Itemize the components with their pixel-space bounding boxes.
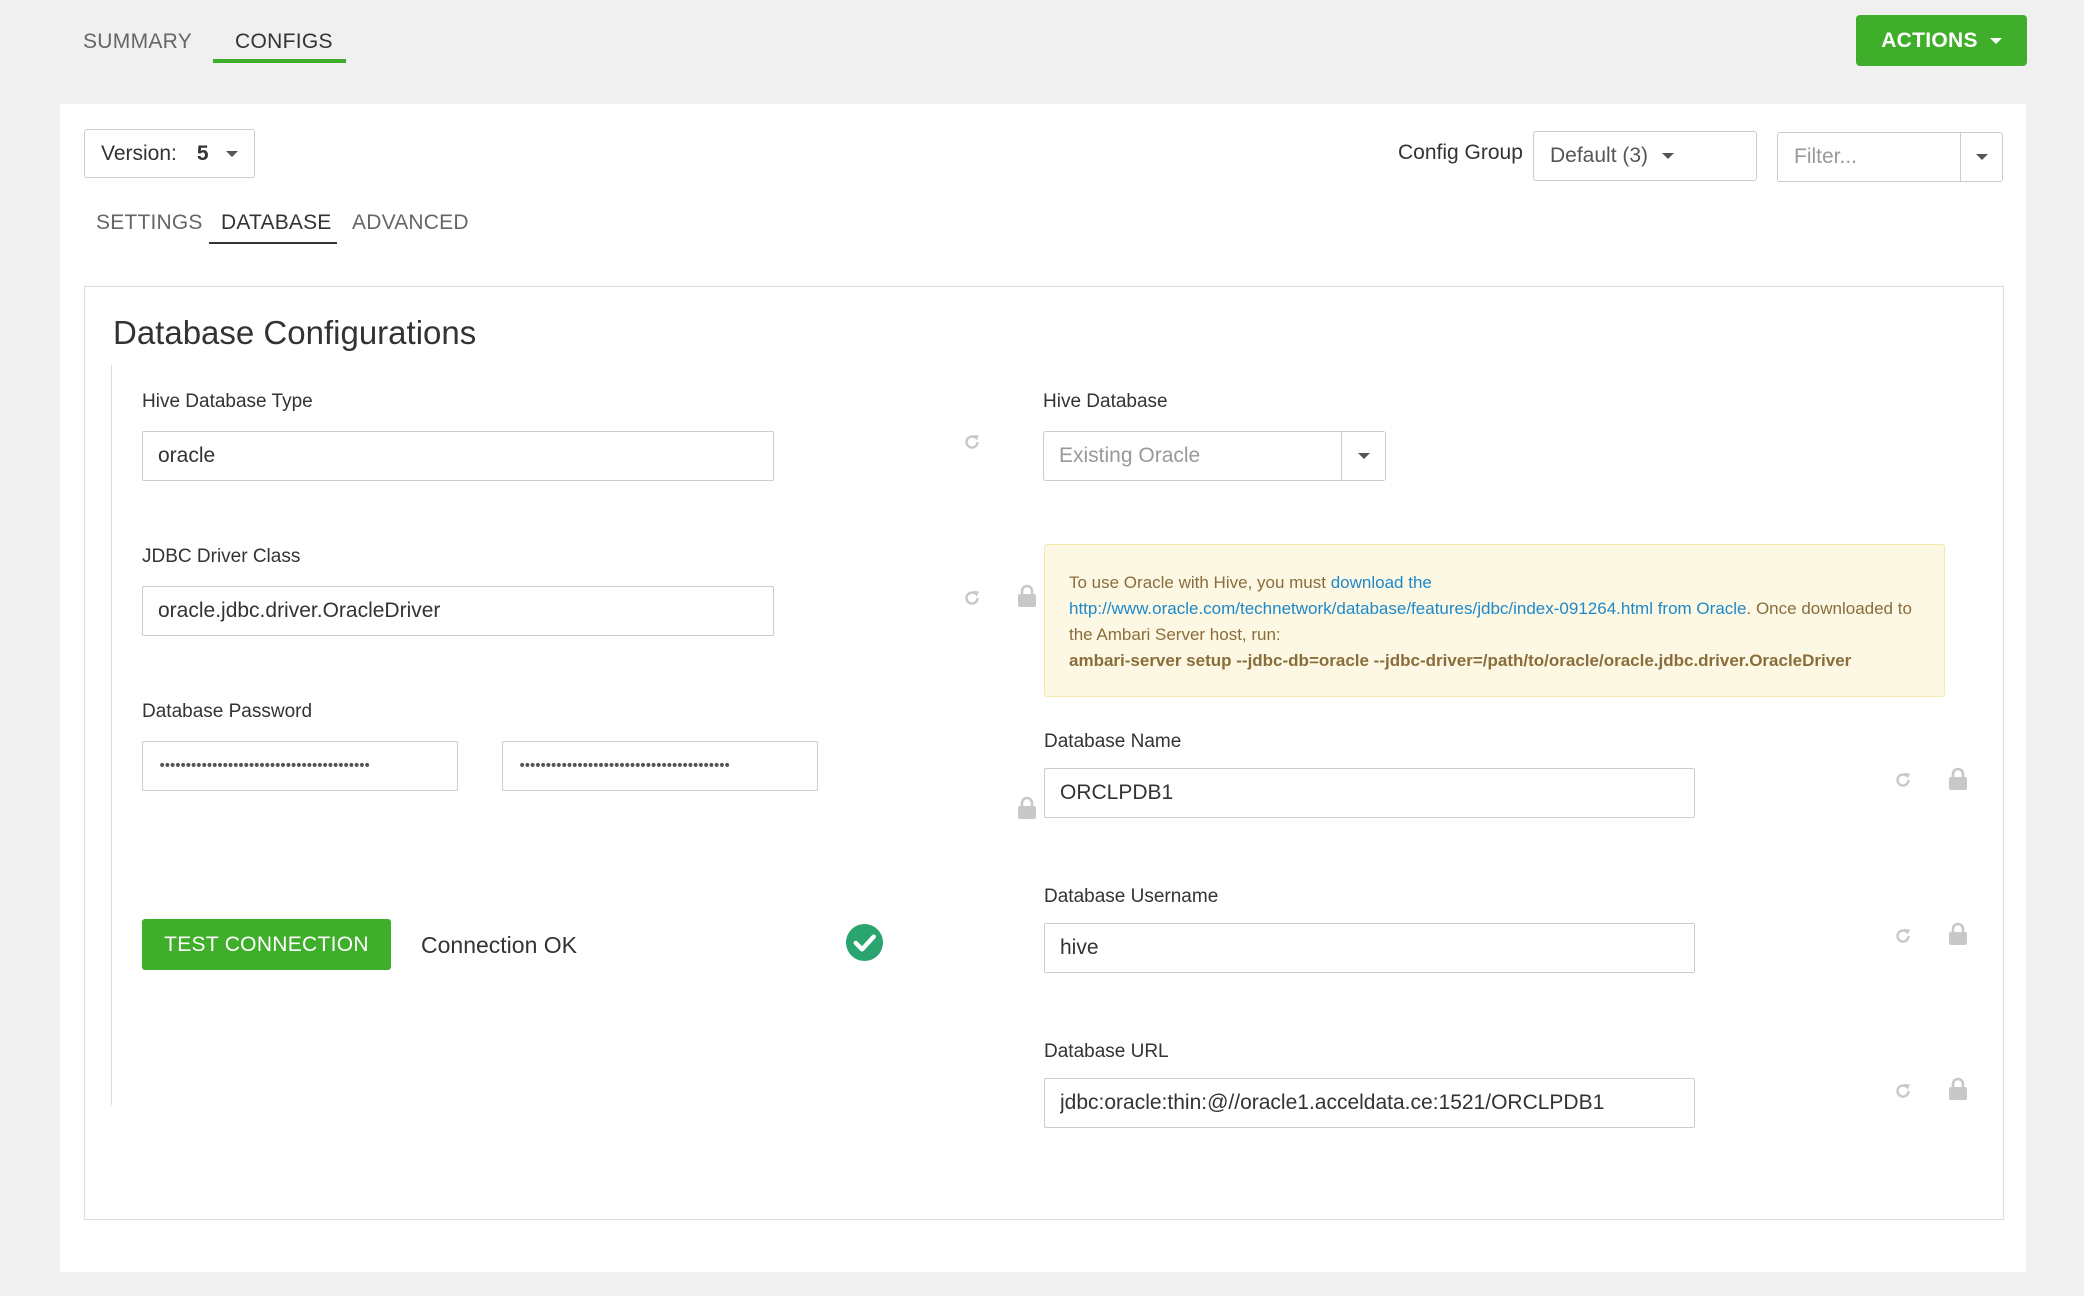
tab-configs[interactable]: CONFIGS — [235, 30, 333, 54]
download-link[interactable]: download the — [1331, 573, 1432, 592]
tab-database[interactable]: DATABASE — [221, 211, 332, 235]
hive-database-dropdown-button[interactable] — [1341, 431, 1386, 481]
lock-icon — [1949, 767, 1967, 790]
hive-database-select[interactable]: Existing Oracle — [1043, 431, 1342, 481]
chevron-down-icon — [1662, 153, 1675, 159]
db-password-confirm-input[interactable] — [502, 741, 818, 791]
jdbc-driver-input[interactable] — [142, 586, 774, 636]
connection-status-text: Connection OK — [421, 932, 577, 958]
undo-icon[interactable] — [1893, 926, 1913, 946]
active-tab-indicator — [213, 59, 346, 63]
setup-command: ambari-server setup --jdbc-db=oracle --j… — [1069, 651, 1852, 670]
undo-icon[interactable] — [1893, 1081, 1913, 1101]
alert-text-intro: To use Oracle with Hive, you must — [1069, 573, 1331, 592]
db-url-label: Database URL — [1044, 1041, 1169, 1062]
lock-icon — [1018, 584, 1036, 607]
chevron-down-icon — [1975, 154, 1988, 160]
tab-settings[interactable]: SETTINGS — [96, 211, 203, 235]
db-name-label: Database Name — [1044, 731, 1182, 752]
chevron-down-icon — [226, 151, 238, 157]
db-password-label: Database Password — [142, 701, 313, 722]
jdbc-driver-label: JDBC Driver Class — [142, 546, 301, 567]
hive-database-value: Existing Oracle — [1059, 444, 1201, 467]
hive-database-label: Hive Database — [1043, 391, 1168, 412]
lock-icon — [1018, 796, 1036, 819]
actions-button[interactable]: ACTIONS — [1856, 15, 2027, 66]
version-label: Version: — [101, 141, 177, 165]
db-username-input[interactable] — [1044, 923, 1695, 973]
db-password-input[interactable] — [142, 741, 458, 791]
section-divider — [111, 365, 112, 1105]
config-group-label: Config Group — [1398, 141, 1523, 164]
lock-icon — [1949, 922, 1967, 945]
undo-icon[interactable] — [1893, 770, 1913, 790]
db-name-input[interactable] — [1044, 768, 1695, 818]
actions-button-label: ACTIONS — [1881, 28, 1978, 52]
config-group-dropdown[interactable]: Default (3) — [1533, 131, 1757, 181]
undo-icon[interactable] — [962, 588, 982, 608]
hive-db-type-label: Hive Database Type — [142, 391, 313, 412]
db-username-label: Database Username — [1044, 886, 1219, 907]
section-title: Database Configurations — [113, 314, 477, 351]
chevron-down-icon — [1989, 37, 2002, 44]
tab-advanced[interactable]: ADVANCED — [352, 211, 469, 235]
version-dropdown[interactable]: Version: 5 — [84, 129, 255, 178]
filter-input[interactable] — [1777, 132, 1961, 182]
chevron-down-icon — [1357, 453, 1370, 459]
hive-db-type-input[interactable] — [142, 431, 774, 481]
oracle-jdbc-link[interactable]: http://www.oracle.com/technetwork/databa… — [1069, 599, 1747, 618]
active-subtab-indicator — [209, 242, 337, 244]
tab-summary[interactable]: SUMMARY — [83, 30, 192, 54]
version-number: 5 — [196, 141, 209, 165]
filter-dropdown-button[interactable] — [1960, 132, 2003, 182]
test-connection-button[interactable]: TEST CONNECTION — [142, 919, 391, 970]
check-circle-icon — [845, 923, 884, 962]
undo-icon[interactable] — [962, 432, 982, 452]
config-group-value: Default (3) — [1550, 144, 1649, 167]
db-url-input[interactable] — [1044, 1078, 1695, 1128]
oracle-driver-alert: To use Oracle with Hive, you must downlo… — [1044, 544, 1945, 697]
lock-icon — [1949, 1077, 1967, 1100]
